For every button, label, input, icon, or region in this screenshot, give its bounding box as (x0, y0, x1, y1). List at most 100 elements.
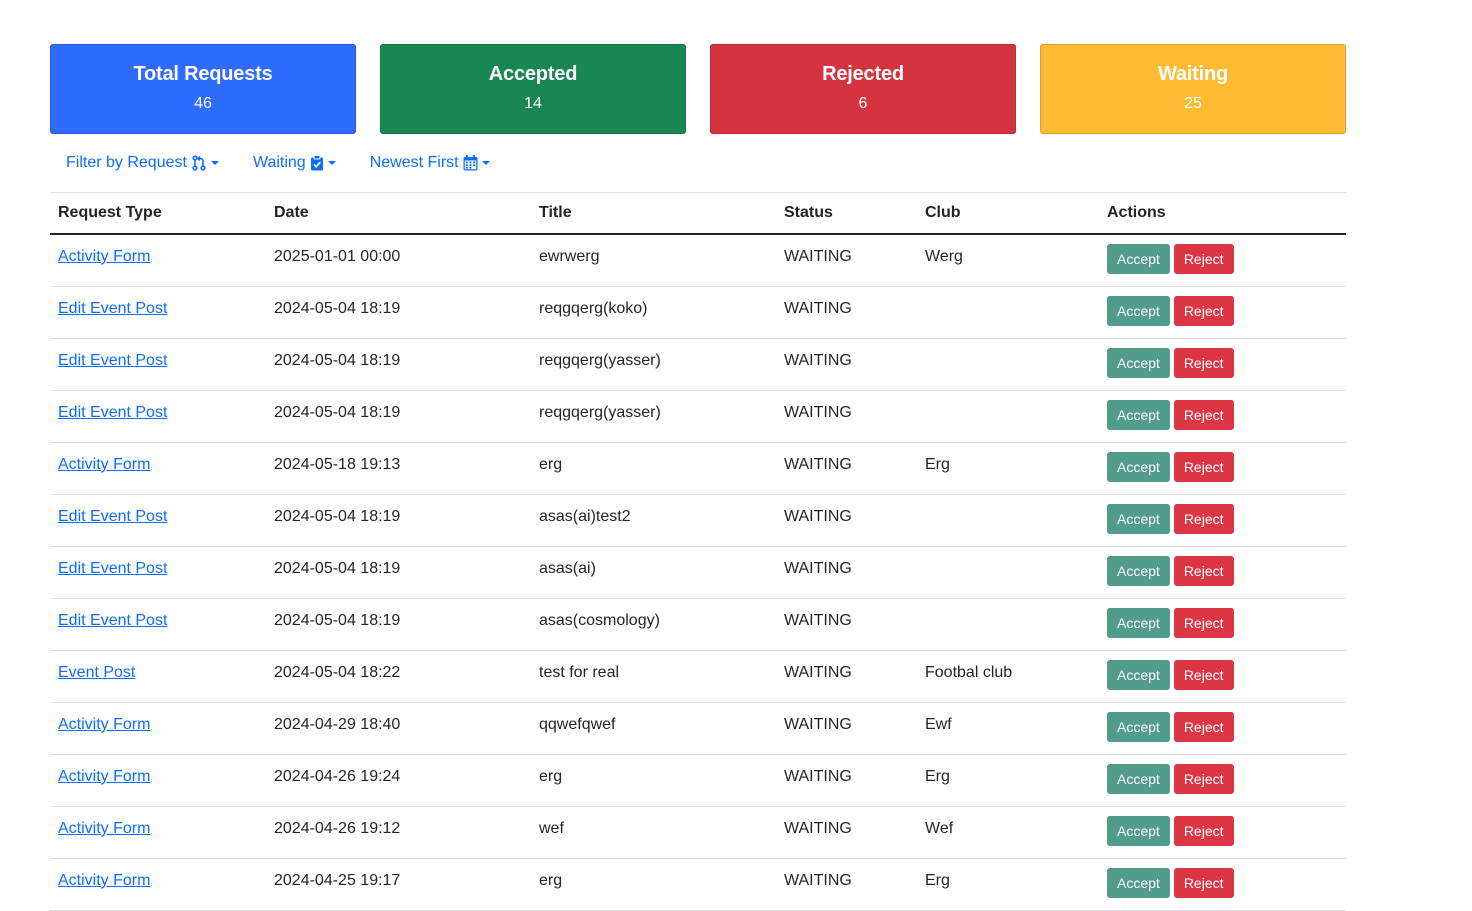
chevron-down-icon (481, 161, 490, 165)
reject-button[interactable]: Reject (1173, 296, 1234, 326)
date-cell: 2024-05-04 18:19 (266, 598, 531, 651)
clipboard-check-icon (310, 155, 323, 171)
request-type-link[interactable]: Edit Event Post (58, 560, 167, 577)
table-row: Activity Form 2024-04-26 19:12 wef WAITING W… (50, 806, 1346, 859)
request-type-link[interactable]: Activity Form (58, 716, 150, 733)
title-text: test for real (539, 664, 620, 681)
stat-card-rejected: Rejected 6 (710, 44, 1016, 134)
status-text: WAITING (784, 352, 852, 369)
column-header-status: Status (776, 192, 917, 235)
status-cell: WAITING (776, 754, 917, 807)
accept-button[interactable]: Accept (1107, 660, 1170, 690)
filter-label: Waiting (252, 154, 306, 171)
status-filter-dropdown[interactable]: Waiting (253, 154, 336, 172)
date-text: 2024-05-04 18:19 (274, 404, 401, 421)
status-cell: WAITING (776, 702, 917, 755)
request-type-link[interactable]: Activity Form (58, 820, 150, 837)
request-type-link[interactable]: Event Post (58, 664, 135, 681)
accept-button[interactable]: Accept (1107, 608, 1170, 638)
status-cell: WAITING (776, 442, 917, 495)
status-text: WAITING (784, 248, 852, 265)
request-type-cell: Event Post (50, 650, 266, 703)
request-type-link[interactable]: Edit Event Post (58, 352, 167, 369)
title-cell: asas(ai)test2 (531, 494, 776, 547)
request-type-link[interactable]: Activity Form (58, 768, 150, 785)
requests-table: Request Type Date Title Status Club Acti… (50, 192, 1346, 911)
request-type-cell: Edit Event Post (50, 338, 266, 391)
status-text: WAITING (784, 820, 852, 837)
actions-cell: Accept Reject (1099, 650, 1346, 703)
title-text: asas(cosmology) (539, 612, 660, 629)
reject-button[interactable]: Reject (1173, 660, 1234, 690)
accept-button[interactable]: Accept (1107, 296, 1170, 326)
reject-button[interactable]: Reject (1173, 504, 1234, 534)
request-type-link[interactable]: Edit Event Post (58, 612, 167, 629)
actions-cell: Accept Reject (1099, 598, 1346, 651)
reject-button[interactable]: Reject (1173, 452, 1234, 482)
actions-cell: Accept Reject (1099, 858, 1346, 911)
accept-button[interactable]: Accept (1107, 764, 1170, 794)
club-text: Erg (925, 456, 950, 473)
request-type-link[interactable]: Activity Form (58, 248, 150, 265)
accept-button[interactable]: Accept (1107, 348, 1170, 378)
club-cell (917, 390, 1099, 443)
accept-button[interactable]: Accept (1107, 816, 1170, 846)
request-type-link[interactable]: Edit Event Post (58, 404, 167, 421)
reject-button[interactable]: Reject (1173, 764, 1234, 794)
stats-row: Total Requests 46 Accepted 14 Rejected 6… (50, 44, 1346, 134)
status-text: WAITING (784, 456, 852, 473)
date-cell: 2024-04-26 19:12 (266, 806, 531, 859)
club-cell (917, 546, 1099, 599)
title-cell: ewrwerg (531, 234, 776, 287)
request-type-cell: Edit Event Post (50, 598, 266, 651)
table-row: Activity Form 2025-01-01 00:00 ewrwerg WAIT… (50, 234, 1346, 287)
date-text: 2024-05-04 18:19 (274, 352, 401, 369)
date-cell: 2024-04-25 19:17 (266, 858, 531, 911)
request-type-cell: Edit Event Post (50, 286, 266, 339)
club-text (925, 287, 1091, 300)
club-text (925, 547, 1091, 560)
accept-button[interactable]: Accept (1107, 244, 1170, 274)
request-type-link[interactable]: Activity Form (58, 872, 150, 889)
request-type-link[interactable]: Activity Form (58, 456, 150, 473)
title-text: erg (539, 768, 563, 785)
accept-button[interactable]: Accept (1107, 504, 1170, 534)
title-cell: erg (531, 442, 776, 495)
date-text: 2024-04-26 19:12 (274, 820, 401, 837)
reject-button[interactable]: Reject (1173, 608, 1234, 638)
date-text: 2024-05-04 18:19 (274, 560, 401, 577)
reject-button[interactable]: Reject (1173, 348, 1234, 378)
reject-button[interactable]: Reject (1173, 712, 1234, 742)
stat-value: 6 (858, 95, 868, 112)
date-cell: 2024-05-04 18:19 (266, 546, 531, 599)
git-pull-request-icon (192, 155, 206, 171)
date-cell: 2024-05-04 18:19 (266, 286, 531, 339)
title-cell: asas(ai) (531, 546, 776, 599)
calendar-icon (463, 155, 478, 171)
club-cell: Erg (917, 858, 1099, 911)
accept-button[interactable]: Accept (1107, 452, 1170, 482)
request-type-link[interactable]: Edit Event Post (58, 508, 167, 525)
club-cell (917, 286, 1099, 339)
reject-button[interactable]: Reject (1173, 816, 1234, 846)
title-cell: reqgqerg(yasser) (531, 390, 776, 443)
status-cell: WAITING (776, 650, 917, 703)
table-header-row: Request Type Date Title Status Club Acti… (50, 192, 1346, 235)
reject-button[interactable]: Reject (1173, 400, 1234, 430)
date-text: 2024-05-04 18:19 (274, 300, 401, 317)
table-row: Activity Form 2024-05-18 19:13 erg WAITING E… (50, 442, 1346, 495)
accept-button[interactable]: Accept (1107, 400, 1170, 430)
status-cell: WAITING (776, 390, 917, 443)
stat-title: Accepted (488, 63, 578, 85)
reject-button[interactable]: Reject (1173, 244, 1234, 274)
status-text: WAITING (784, 560, 852, 577)
filter-by-request-dropdown[interactable]: Filter by Request (66, 154, 219, 172)
accept-button[interactable]: Accept (1107, 556, 1170, 586)
reject-button[interactable]: Reject (1173, 556, 1234, 586)
accept-button[interactable]: Accept (1107, 712, 1170, 742)
title-cell: reqgqerg(yasser) (531, 338, 776, 391)
filter-bar: Filter by Request Waiting Newest First (50, 134, 1346, 192)
request-type-link[interactable]: Edit Event Post (58, 300, 167, 317)
club-cell (917, 338, 1099, 391)
sort-dropdown[interactable]: Newest First (370, 154, 490, 172)
